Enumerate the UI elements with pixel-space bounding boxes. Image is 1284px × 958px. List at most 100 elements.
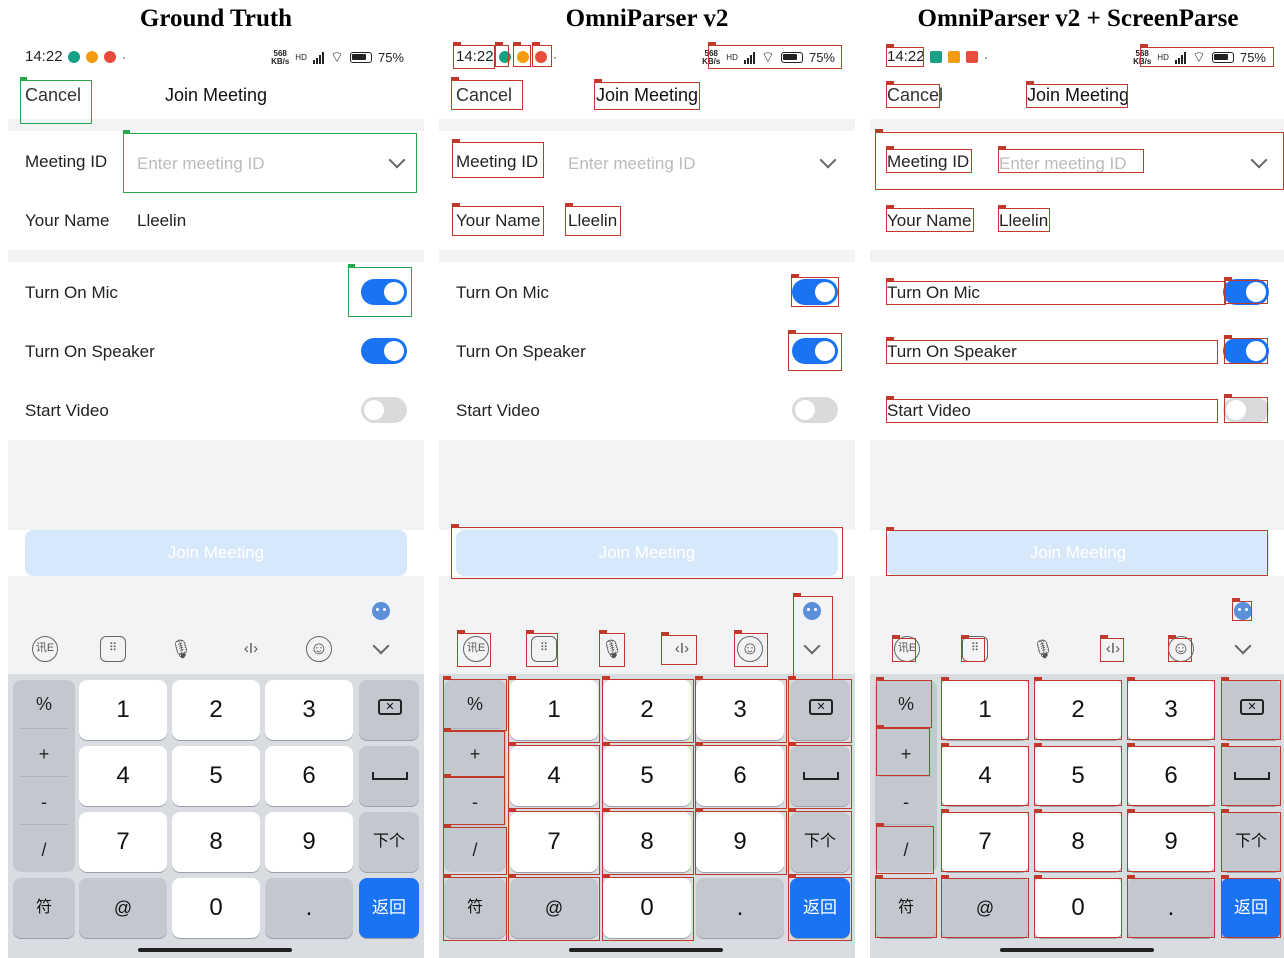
- detection-box: [788, 330, 842, 371]
- toggle-label-mic: Turn On Mic: [456, 283, 549, 302]
- detection-box: [602, 742, 694, 809]
- key-0[interactable]: 0: [172, 878, 260, 938]
- key-5[interactable]: 5: [172, 746, 260, 806]
- backspace-key[interactable]: ✕: [359, 680, 419, 740]
- app-notification-icon: [966, 51, 978, 63]
- join-meeting-button[interactable]: Join Meeting: [25, 530, 407, 576]
- status-time: 14:22: [25, 48, 63, 65]
- detection-box: [875, 875, 937, 938]
- handwriting-icon[interactable]: 讯E: [32, 636, 58, 662]
- detection-box: [443, 774, 505, 825]
- detection-box: [443, 728, 505, 777]
- key-dot[interactable]: .: [696, 878, 784, 938]
- toggle-label-speaker: Turn On Speaker: [456, 342, 586, 361]
- detection-box: [1232, 598, 1252, 621]
- meeting-id-label: Meeting ID: [25, 152, 108, 171]
- key-2[interactable]: 2: [172, 680, 260, 740]
- detection-box: [508, 676, 600, 743]
- detection-box: [886, 396, 1218, 423]
- spacer: [8, 440, 424, 530]
- detection-box: [1221, 875, 1281, 938]
- battery-level: 75%: [377, 50, 404, 65]
- key-8[interactable]: 8: [172, 812, 260, 872]
- detection-box: [876, 823, 934, 874]
- microphone-icon[interactable]: 🎙︎: [168, 636, 194, 662]
- detection-box: [876, 725, 930, 776]
- cursor-icon[interactable]: ‹I›: [238, 636, 264, 662]
- wifi-icon: ⌔: [329, 49, 344, 66]
- app-notification-icon: [930, 51, 942, 63]
- key-dot[interactable]: .: [265, 878, 353, 938]
- gt-annotation-box: [123, 130, 417, 193]
- key-3[interactable]: 3: [265, 680, 353, 740]
- home-indicator: [138, 948, 292, 952]
- detection-box: [941, 809, 1029, 872]
- return-key[interactable]: 返回: [359, 878, 419, 938]
- key-minus[interactable]: -: [13, 792, 75, 813]
- key-plus[interactable]: +: [13, 744, 75, 765]
- key-7[interactable]: 7: [79, 812, 167, 872]
- detection-box: [602, 874, 694, 941]
- divider: [439, 119, 855, 131]
- divider: [8, 250, 424, 262]
- toggle-label-speaker: Turn On Speaker: [25, 342, 155, 361]
- detection-box: [734, 630, 768, 667]
- spacer: [870, 576, 1284, 594]
- detection-box: [1221, 809, 1281, 872]
- emoji-icon[interactable]: ☺: [306, 636, 332, 662]
- detection-box: [443, 676, 507, 731]
- detection-box: [1224, 277, 1268, 304]
- home-indicator: [1000, 948, 1154, 952]
- key-percent[interactable]: %: [13, 694, 75, 715]
- detection-box: [443, 824, 507, 875]
- detection-box: [695, 742, 787, 809]
- detection-box: [1034, 677, 1122, 740]
- detection-box: [793, 593, 833, 680]
- detection-box: [788, 808, 852, 875]
- key-9[interactable]: 9: [265, 812, 353, 872]
- signal-icon: [312, 51, 324, 64]
- divider: [870, 119, 1284, 131]
- divider: [870, 250, 1284, 262]
- detection-box: [791, 274, 839, 307]
- panel-omniparser: 14:22 · 568 KB/s HD ⌔ 75% Cancel Join Mee…: [439, 40, 855, 958]
- detection-box: [886, 278, 1226, 305]
- detection-box: [594, 79, 700, 110]
- speaker-toggle[interactable]: [361, 338, 407, 364]
- detection-box: [599, 630, 625, 667]
- key-1[interactable]: 1: [79, 680, 167, 740]
- detection-box: [1034, 809, 1122, 872]
- detection-box: [565, 203, 621, 236]
- detection-box: [1221, 677, 1281, 740]
- divider: [439, 250, 855, 262]
- microphone-icon[interactable]: 🎙︎: [1030, 636, 1056, 662]
- key-6[interactable]: 6: [265, 746, 353, 806]
- your-name-field[interactable]: Lleelin: [137, 211, 186, 231]
- detection-box: [708, 42, 842, 69]
- video-toggle[interactable]: [792, 397, 838, 423]
- detection-box: [892, 635, 916, 662]
- chevron-down-icon[interactable]: [819, 151, 837, 169]
- detection-box: [532, 42, 552, 67]
- detection-box: [452, 139, 544, 178]
- key-slash[interactable]: /: [13, 840, 75, 861]
- key-at[interactable]: @: [79, 878, 167, 938]
- detection-box: [695, 676, 787, 743]
- symbols-key[interactable]: 符: [13, 878, 75, 938]
- app-notification-icon: [104, 51, 116, 63]
- keyboard-icon[interactable]: ⠿: [100, 636, 126, 662]
- detection-box: [695, 808, 787, 875]
- detection-box: [1127, 743, 1215, 806]
- detection-box: [941, 743, 1029, 806]
- assistant-icon[interactable]: [372, 602, 390, 620]
- video-toggle[interactable]: [361, 397, 407, 423]
- more-notifications-icon: ·: [553, 50, 557, 64]
- key-4[interactable]: 4: [79, 746, 167, 806]
- next-key[interactable]: 下个: [359, 812, 419, 872]
- meeting-id-input[interactable]: Enter meeting ID: [554, 134, 848, 194]
- app-notification-icon: [86, 51, 98, 63]
- detection-box: [886, 146, 972, 173]
- detection-box: [1127, 875, 1215, 938]
- key-minus[interactable]: -: [875, 792, 937, 813]
- space-key[interactable]: [359, 746, 419, 806]
